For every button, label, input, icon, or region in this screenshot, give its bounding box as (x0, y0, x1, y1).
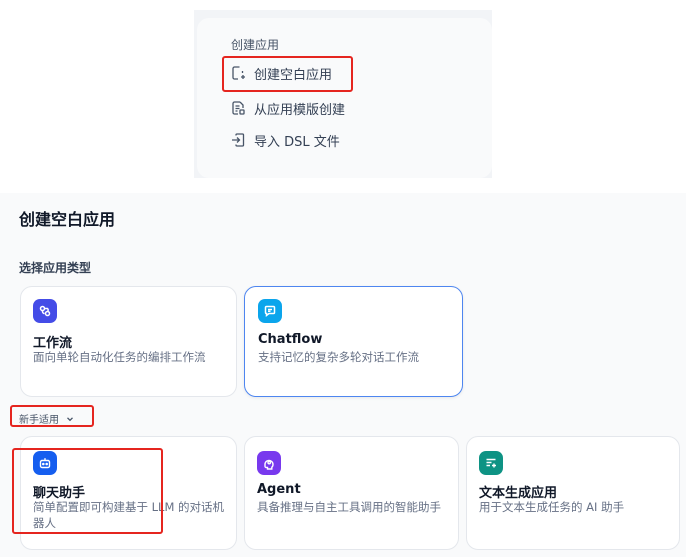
highlight-create-blank (222, 56, 353, 92)
card-description: 用于文本生成任务的 AI 助手 (479, 500, 625, 514)
app-type-card-agent[interactable]: Agent 具备推理与自主工具调用的智能助手 (244, 436, 459, 550)
workflow-icon (33, 299, 57, 323)
dialog-title: 创建空白应用 (19, 210, 116, 229)
text-generation-icon (479, 451, 503, 475)
menu-item-label: 导入 DSL 文件 (254, 134, 340, 150)
card-description: 支持记忆的复杂多轮对话工作流 (258, 350, 419, 364)
app-type-card-chatflow[interactable]: Chatflow 支持记忆的复杂多轮对话工作流 (244, 286, 463, 397)
card-title: Chatflow (258, 332, 323, 347)
menu-item-import-dsl[interactable]: 导入 DSL 文件 (230, 130, 340, 150)
chatflow-icon (258, 299, 282, 323)
card-description: 面向单轮自动化任务的编排工作流 (33, 350, 206, 364)
import-icon (230, 132, 246, 148)
card-description: 具备推理与自主工具调用的智能助手 (257, 500, 441, 514)
menu-item-from-template[interactable]: 从应用模版创建 (230, 98, 345, 118)
app-type-card-text-generation[interactable]: 文本生成应用 用于文本生成任务的 AI 助手 (466, 436, 680, 550)
agent-icon (257, 451, 281, 475)
highlight-beginner-toggle (10, 405, 94, 427)
app-type-card-workflow[interactable]: 工作流 面向单轮自动化任务的编排工作流 (20, 286, 237, 397)
menu-item-label: 从应用模版创建 (254, 102, 346, 118)
template-icon (230, 100, 246, 116)
highlight-chat-assistant (12, 448, 163, 534)
app-type-section-label: 选择应用类型 (19, 261, 92, 275)
card-title: Agent (257, 482, 301, 497)
menu-heading: 创建应用 (231, 38, 280, 52)
